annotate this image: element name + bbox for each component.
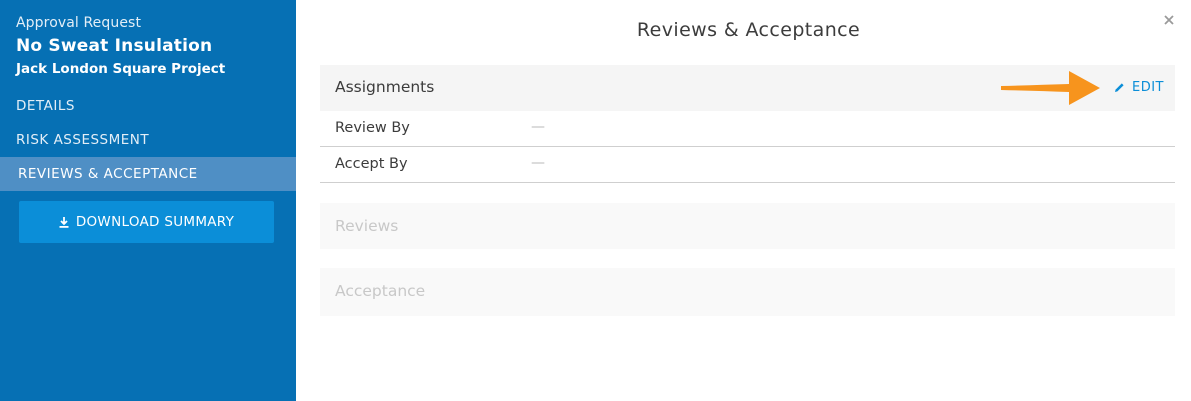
review-by-value: — [531,119,545,135]
project-name: Jack London Square Project [16,61,226,77]
sidebar: Approval Request No Sweat Insulation Jac… [0,0,296,401]
download-summary-button[interactable]: DOWNLOAD SUMMARY [19,201,274,243]
accept-by-value: — [531,155,545,171]
review-by-label: Review By [335,120,410,136]
nav-item-details[interactable]: DETAILS [0,89,296,123]
pencil-icon [1115,83,1124,92]
assignments-title: Assignments [335,78,435,96]
acceptance-section-title: Acceptance [335,282,426,300]
request-title: No Sweat Insulation [16,36,213,56]
nav-item-risk-assessment[interactable]: RISK ASSESSMENT [0,123,296,157]
close-icon[interactable] [1160,11,1178,29]
accept-by-row: Accept By — [320,147,1175,183]
download-summary-label: DOWNLOAD SUMMARY [75,214,235,230]
reviews-section-title: Reviews [335,217,399,235]
edit-label: EDIT [1132,80,1164,95]
acceptance-section: Acceptance [320,268,1175,316]
main-panel: Reviews & Acceptance Assignments EDIT Re… [296,0,1191,401]
accept-by-label: Accept By [335,156,408,172]
reviews-section: Reviews [320,203,1175,249]
nav-item-reviews-acceptance[interactable]: REVIEWS & ACCEPTANCE [0,157,296,191]
request-type-label: Approval Request [16,15,142,31]
download-icon [59,216,69,228]
review-by-row: Review By — [320,111,1175,147]
page-title: Reviews & Acceptance [636,19,861,41]
edit-assignments-button[interactable]: EDIT [1114,80,1164,95]
arrow-right-icon [1001,71,1100,105]
